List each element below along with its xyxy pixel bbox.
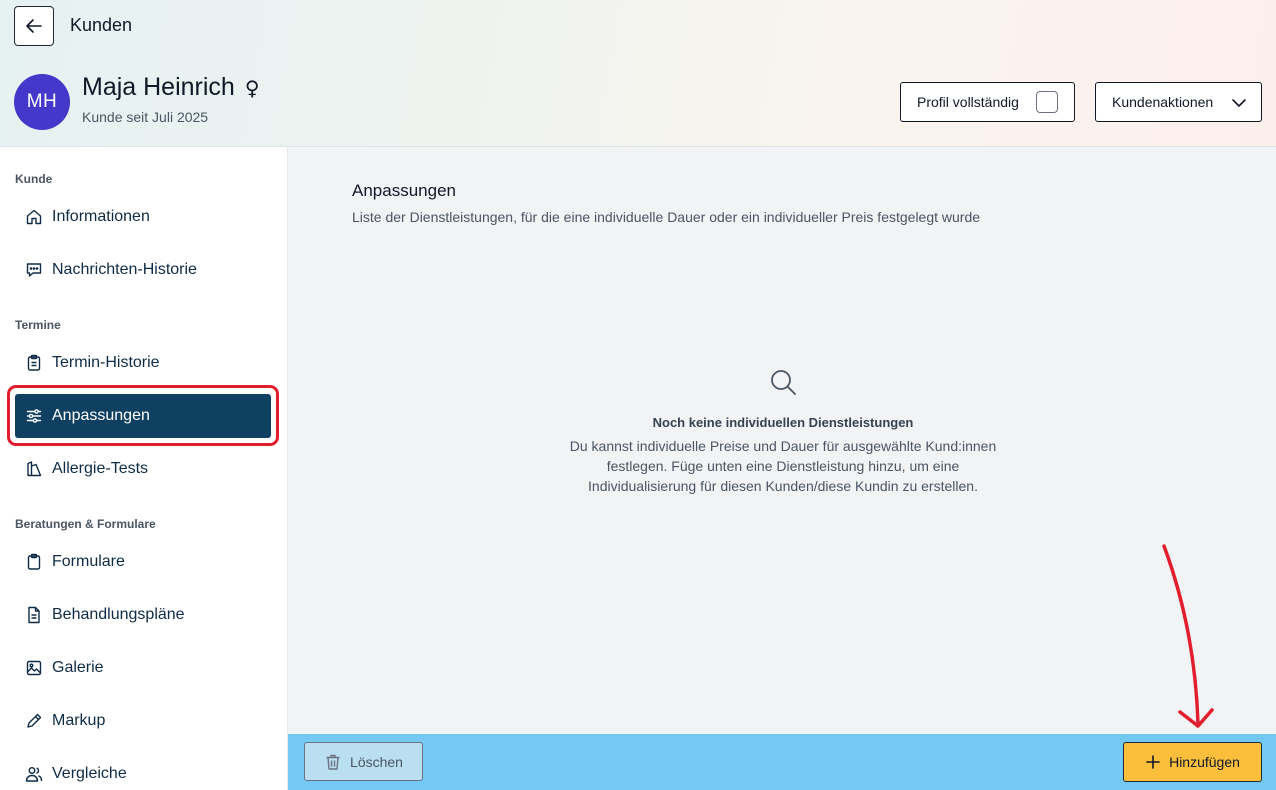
sidebar-item-vergleiche[interactable]: Vergleiche (15, 752, 271, 790)
arrow-left-icon (26, 19, 42, 33)
sidebar-item-label: Markup (52, 712, 106, 729)
page-subtitle: Liste der Dienstleistungen, für die eine… (352, 209, 981, 225)
sidebar-item-galerie[interactable]: Galerie (15, 646, 271, 690)
clipboard-list-icon (27, 354, 41, 371)
sliders-icon (26, 409, 42, 423)
sidebar-item-label: Anpassungen (52, 407, 150, 424)
sidebar: Kunde Informationen Nachrichten-Historie… (0, 147, 288, 790)
section-label-beratungen: Beratungen & Formulare (15, 517, 156, 531)
action-bar: Löschen Hinzufügen (288, 734, 1276, 790)
section-label-termine: Termine (15, 318, 61, 332)
sidebar-item-label: Galerie (52, 659, 104, 676)
breadcrumb: Kunden (70, 15, 133, 35)
sidebar-item-label: Behandlungspläne (52, 606, 185, 623)
add-label: Hinzufügen (1169, 754, 1240, 770)
main-content: Anpassungen Liste der Dienstleistungen, … (288, 147, 1276, 734)
sidebar-item-markup[interactable]: Markup (15, 699, 271, 743)
image-icon (26, 660, 42, 676)
sidebar-item-label: Allergie-Tests (52, 460, 149, 477)
chevron-down-icon (1232, 99, 1246, 107)
pencil-icon (27, 713, 42, 728)
customer-header: Kunden MH Maja Heinrich ♀ Kunde seit Jul… (0, 0, 1276, 147)
customer-name-row: Maja Heinrich ♀ (82, 73, 260, 102)
empty-state-title: Noch keine individuellen Dienstleistunge… (652, 415, 914, 430)
sidebar-item-termin-historie[interactable]: Termin-Historie (15, 341, 271, 385)
delete-button[interactable]: Löschen (304, 742, 423, 781)
plus-icon (1146, 755, 1160, 769)
profile-complete-button[interactable]: Profil vollständig (900, 82, 1075, 122)
section-label-kunde: Kunde (15, 172, 53, 186)
sidebar-item-formulare[interactable]: Formulare (15, 540, 271, 584)
customer-since: Kunde seit Juli 2025 (82, 109, 209, 125)
sidebar-item-anpassungen[interactable]: Anpassungen (15, 394, 271, 438)
page-title: Anpassungen (352, 181, 456, 200)
search-icon (771, 370, 796, 395)
customer-actions-dropdown[interactable]: Kundenaktionen (1095, 82, 1262, 122)
sidebar-item-label: Nachrichten-Historie (52, 261, 197, 278)
sidebar-item-nachrichten-historie[interactable]: Nachrichten-Historie (15, 248, 271, 292)
allergy-test-icon (27, 461, 42, 477)
sidebar-item-label: Formulare (52, 553, 125, 570)
profile-complete-label: Profil vollständig (917, 94, 1019, 110)
clipboard-icon (27, 553, 41, 570)
home-icon (26, 209, 42, 225)
sidebar-item-label: Informationen (52, 208, 150, 225)
document-icon (28, 606, 40, 624)
avatar: MH (14, 74, 70, 130)
add-button[interactable]: Hinzufügen (1123, 742, 1262, 782)
sidebar-item-label: Vergleiche (52, 765, 127, 782)
sidebar-item-label: Termin-Historie (52, 354, 160, 371)
sidebar-item-allergie-tests[interactable]: Allergie-Tests (15, 447, 271, 491)
trash-icon (326, 754, 340, 770)
message-icon (26, 263, 42, 277)
empty-state: Noch keine individuellen Dienstleistunge… (558, 367, 1008, 496)
empty-state-text: Du kannst individuelle Preise und Dauer … (569, 438, 997, 494)
delete-label: Löschen (350, 753, 403, 770)
customer-name: Maja Heinrich (82, 73, 235, 101)
back-button[interactable] (14, 6, 54, 46)
sidebar-item-behandlungsplaene[interactable]: Behandlungspläne (15, 593, 271, 637)
customer-actions-label: Kundenaktionen (1112, 94, 1214, 110)
sidebar-item-informationen[interactable]: Informationen (15, 195, 271, 239)
users-icon (25, 767, 43, 782)
profile-complete-checkbox[interactable] (1036, 91, 1058, 113)
female-icon: ♀ (244, 75, 260, 100)
